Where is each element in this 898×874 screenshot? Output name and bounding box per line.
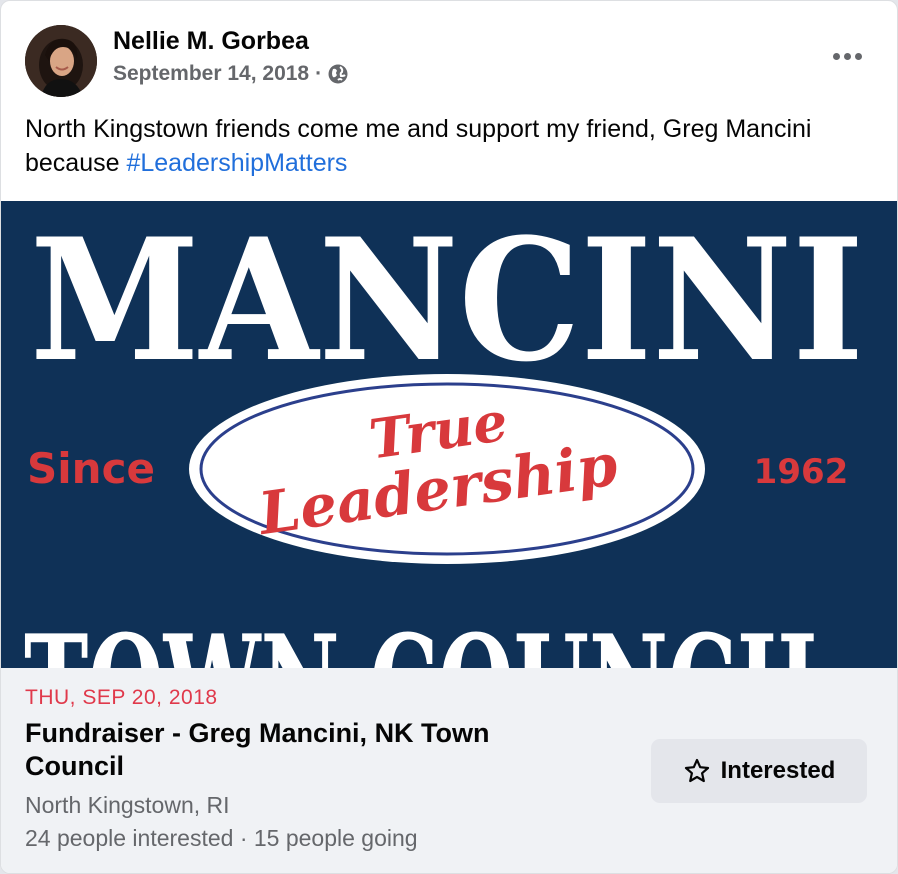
post-card: Nellie M. Gorbea September 14, 2018 · No… — [0, 0, 898, 874]
event-stats: 24 people interested · 15 people going — [25, 825, 418, 851]
event-date: THU, SEP 20, 2018 — [25, 686, 218, 709]
post-header: Nellie M. Gorbea September 14, 2018 · No… — [1, 1, 897, 201]
hashtag-link[interactable]: #LeadershipMatters — [126, 149, 347, 177]
event-details[interactable]: THU, SEP 20, 2018 Fundraiser - Greg Manc… — [1, 668, 897, 873]
event-title[interactable]: Fundraiser - Greg Mancini, NK Town Counc… — [25, 717, 585, 783]
interested-button[interactable]: Interested — [651, 739, 867, 803]
banner-subtitle: TOWN COUNCIL — [24, 605, 838, 668]
avatar-image — [25, 25, 97, 97]
event-location: North Kingstown, RI — [25, 792, 230, 818]
event-cover-image[interactable]: MANCINI True Leadership Since 1962 TOWN … — [1, 201, 897, 668]
star-icon — [683, 757, 711, 785]
meta-separator: · — [315, 62, 323, 85]
globe-icon[interactable] — [327, 63, 349, 85]
author-name[interactable]: Nellie M. Gorbea — [113, 27, 309, 56]
banner-since: Since — [27, 444, 155, 493]
post-text: North Kingstown friends come me and supp… — [25, 112, 845, 180]
interested-label: Interested — [720, 757, 836, 784]
post-date[interactable]: September 14, 2018 — [113, 62, 309, 86]
more-options-icon[interactable] — [827, 41, 867, 71]
avatar[interactable] — [25, 25, 97, 97]
banner-year: 1962 — [754, 452, 849, 492]
banner-title: MANCINI — [30, 201, 864, 399]
post-meta: September 14, 2018 · — [113, 62, 349, 86]
